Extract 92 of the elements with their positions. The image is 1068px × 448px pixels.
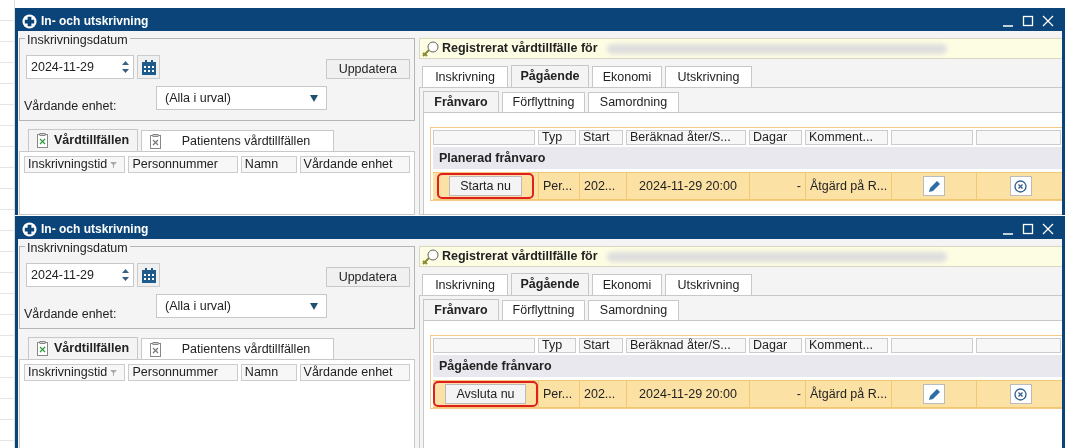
- window-title: In- och utskrivning: [41, 13, 149, 30]
- subtab[interactable]: Samordning: [588, 92, 679, 112]
- unit-dropdown[interactable]: (Alla i urval): [156, 86, 327, 110]
- tab[interactable]: Utskrivning: [665, 274, 752, 295]
- action-button[interactable]: Starta nu: [449, 176, 522, 196]
- tab[interactable]: Ekonomi: [592, 66, 662, 87]
- caret-icon: [310, 302, 318, 310]
- table-cell: 202...: [579, 173, 626, 199]
- column-header[interactable]: Komment...: [805, 130, 888, 145]
- update-button[interactable]: Uppdatera: [325, 267, 410, 287]
- table-cell: 2024-11-29 20:00: [626, 381, 749, 407]
- column-header[interactable]: Dagar: [749, 130, 802, 145]
- unit-dropdown[interactable]: (Alla i urval): [156, 294, 327, 318]
- panel-tab[interactable]: Vårdtillfällen: [28, 337, 139, 359]
- calendar-button[interactable]: [137, 55, 160, 79]
- table-cell: 202...: [579, 381, 626, 407]
- sort-icon: [110, 161, 118, 168]
- tab[interactable]: Pågående: [511, 65, 589, 87]
- action-button[interactable]: Avsluta nu: [445, 384, 526, 404]
- column-header[interactable]: Namn: [240, 156, 297, 173]
- group-header: Pågående frånvaro: [433, 355, 1062, 377]
- subtab[interactable]: Samordning: [588, 300, 679, 320]
- close-icon[interactable]: [1042, 223, 1054, 235]
- clipboard-icon: [37, 341, 48, 356]
- column-header[interactable]: Personnummer: [128, 156, 238, 173]
- tab[interactable]: Pågående: [511, 273, 589, 295]
- circle-x-icon: [1014, 387, 1027, 401]
- subtab[interactable]: Frånvaro: [423, 91, 499, 112]
- panel-tab[interactable]: Patientens vårdtillfällen: [141, 130, 335, 151]
- column-header[interactable]: Vårdande enhet: [299, 156, 410, 173]
- remove-button[interactable]: [1009, 384, 1032, 404]
- table-cell: -: [749, 173, 805, 199]
- column-header[interactable]: Dagar: [749, 338, 802, 353]
- column-header[interactable]: Komment...: [805, 338, 888, 353]
- field-label: Vårdande enhet:: [24, 306, 117, 323]
- date-field[interactable]: 2024-11-29: [26, 263, 134, 287]
- key-icon: [421, 248, 439, 265]
- sort-icon: [110, 369, 118, 376]
- clipboard-icon: [37, 133, 48, 148]
- table-cell: -: [749, 381, 805, 407]
- column-header[interactable]: Vårdande enhet: [299, 364, 410, 381]
- edit-button[interactable]: [923, 384, 945, 404]
- clipboard-icon: [150, 341, 162, 357]
- field-label: Vårdande enhet:: [24, 98, 117, 115]
- column-header[interactable]: Start: [579, 338, 623, 353]
- banner-text: Registrerat vårdtillfälle för: [442, 40, 598, 58]
- clipboard-icon: [150, 133, 162, 149]
- tab[interactable]: Inskrivning: [422, 274, 508, 295]
- tab[interactable]: Utskrivning: [665, 66, 752, 87]
- column-header[interactable]: Personnummer: [128, 364, 238, 381]
- subtab[interactable]: Frånvaro: [423, 299, 499, 320]
- spinner-icon[interactable]: [122, 269, 129, 281]
- table-cell: Åtgärd på R...: [805, 381, 891, 407]
- table-cell: Per...: [538, 381, 579, 407]
- remove-button[interactable]: [1009, 176, 1032, 196]
- table-row[interactable]: Avsluta nu Per... 202... 2024-11-29 20:00 - Åtgärd på R...: [433, 380, 1062, 408]
- subtab[interactable]: Förflyttning: [502, 92, 585, 112]
- pencil-icon: [927, 179, 941, 193]
- panel-tab[interactable]: Vårdtillfällen: [28, 129, 139, 151]
- table-cell: 2024-11-29 20:00: [626, 173, 749, 199]
- maximize-icon[interactable]: [1022, 223, 1034, 235]
- column-header[interactable]: Typ: [538, 338, 576, 353]
- column-header[interactable]: Typ: [538, 130, 576, 145]
- edit-button[interactable]: [923, 176, 945, 196]
- maximize-icon[interactable]: [1022, 15, 1034, 27]
- date-field[interactable]: 2024-11-29: [26, 55, 134, 79]
- panel-tab[interactable]: Patientens vårdtillfällen: [141, 338, 335, 359]
- key-icon: [421, 40, 439, 57]
- update-button[interactable]: Uppdatera: [325, 59, 410, 79]
- close-icon[interactable]: [1042, 15, 1054, 27]
- calendar-icon: [140, 266, 157, 284]
- column-header[interactable]: Inskrivningstid: [24, 156, 126, 173]
- column-header[interactable]: Beräknad åter/S...: [626, 338, 746, 353]
- tab[interactable]: Ekonomi: [592, 274, 662, 295]
- table-cell: Per...: [538, 173, 579, 199]
- circle-x-icon: [1014, 179, 1027, 193]
- pencil-icon: [927, 387, 941, 401]
- calendar-icon: [140, 58, 157, 76]
- column-header[interactable]: Namn: [240, 364, 297, 381]
- group-header: Planerad frånvaro: [433, 147, 1062, 169]
- banner-text: Registrerat vårdtillfälle för: [442, 248, 598, 266]
- caret-icon: [310, 94, 318, 102]
- table-cell: Åtgärd på R...: [805, 173, 891, 199]
- column-header[interactable]: Start: [579, 130, 623, 145]
- column-header[interactable]: Beräknad åter/S...: [626, 130, 746, 145]
- table-row[interactable]: Starta nu Per... 202... 2024-11-29 20:00 - Åtgärd på R...: [433, 172, 1062, 200]
- window-title: In- och utskrivning: [41, 221, 149, 238]
- calendar-button[interactable]: [137, 263, 160, 287]
- spinner-icon[interactable]: [122, 61, 129, 73]
- column-header[interactable]: Inskrivningstid: [24, 364, 126, 381]
- tab[interactable]: Inskrivning: [422, 66, 508, 87]
- subtab[interactable]: Förflyttning: [502, 300, 585, 320]
